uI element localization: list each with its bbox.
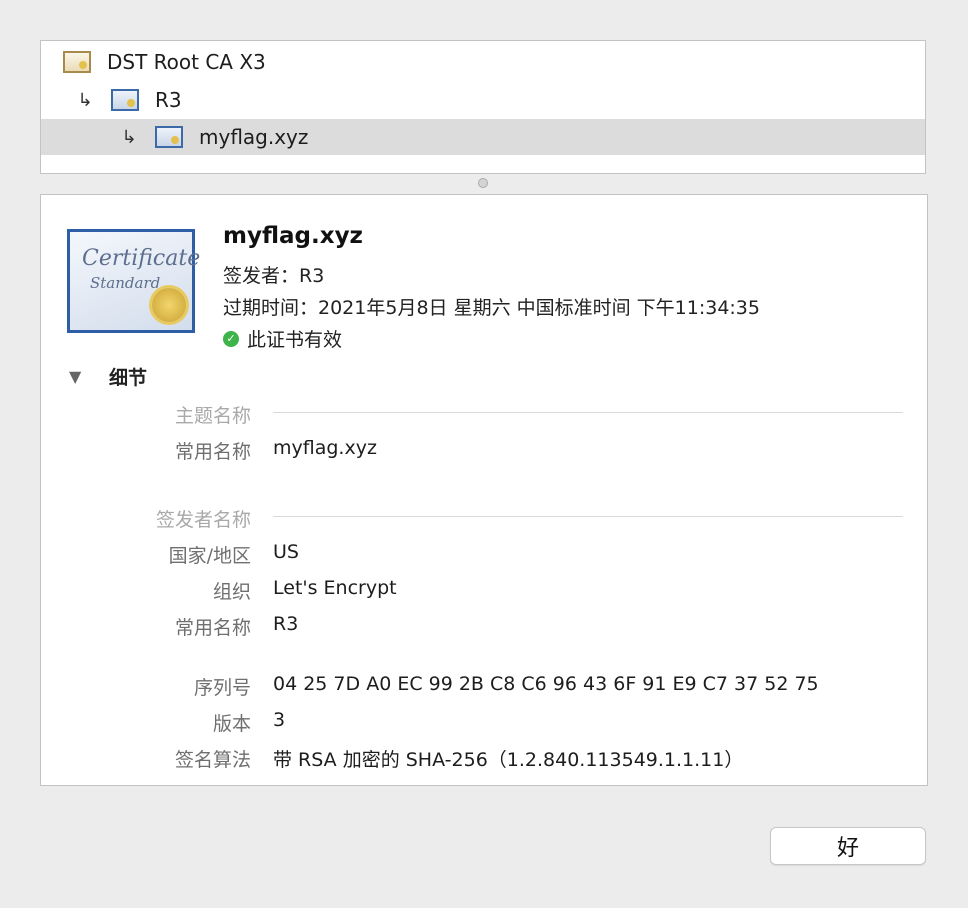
split-view-handle[interactable] (478, 178, 488, 188)
certificate-icon (155, 126, 183, 148)
chain-item-root[interactable]: DST Root CA X3 (41, 44, 925, 80)
chain-item-intermediate[interactable]: ↳ R3 (41, 82, 925, 118)
country-value: US (273, 541, 299, 563)
expiry-line: 过期时间：2021年5月8日 星期六 中国标准时间 下午11:34:35 (223, 297, 760, 319)
disclosure-triangle-icon[interactable]: ▼ (69, 367, 89, 386)
divider (273, 516, 903, 517)
details-label: 细节 (109, 367, 148, 389)
seal-icon (152, 288, 186, 322)
validity-label: 此证书有效 (247, 329, 343, 351)
intermediate-certificate-icon (111, 89, 139, 111)
certificate-large-icon: Certificate Standard (67, 229, 200, 333)
ok-button[interactable]: 好 (770, 827, 926, 865)
version-label: 版本 (212, 713, 251, 735)
signature-algorithm-label: 签名算法 (174, 749, 251, 771)
check-circle-icon: ✓ (223, 330, 239, 347)
parameters-value: 无 (273, 781, 292, 785)
chain-item-label: DST Root CA X3 (107, 50, 266, 74)
subject-name-section: 主题名称 (174, 405, 251, 427)
issuer-common-name-value: R3 (273, 613, 299, 635)
signature-algorithm-value: 带 RSA 加密的 SHA-256（1.2.840.113549.1.1.11） (273, 749, 744, 771)
details-disclosure[interactable]: ▼ 细节 (69, 363, 147, 390)
issuer-name-section: 签发者名称 (155, 509, 251, 531)
version-value: 3 (273, 709, 286, 731)
chain-item-label: myflag.xyz (199, 125, 309, 149)
root-certificate-icon (63, 51, 91, 73)
divider (273, 412, 903, 413)
issuer-line: 签发者：R3 (223, 265, 325, 287)
chain-item-label: R3 (155, 88, 182, 112)
parameters-label: 参数 (213, 781, 251, 785)
serial-number-label: 序列号 (193, 677, 251, 699)
child-arrow-icon: ↳ (121, 126, 137, 148)
subject-common-name-label: 常用名称 (174, 441, 251, 463)
issuer-common-name-label: 常用名称 (174, 617, 251, 639)
organization-value: Let's Encrypt (273, 577, 397, 599)
subject-common-name-value: myflag.xyz (273, 437, 377, 459)
organization-label: 组织 (212, 581, 251, 603)
certificate-chain-list: DST Root CA X3 ↳ R3 ↳ myflag.xyz (40, 40, 926, 174)
country-label: 国家/地区 (168, 545, 251, 567)
child-arrow-icon: ↳ (77, 89, 93, 111)
validity-status: ✓ 此证书有效 (223, 325, 342, 352)
chain-item-leaf[interactable]: ↳ myflag.xyz (41, 119, 925, 155)
certificate-detail-panel[interactable]: Certificate Standard myflag.xyz 签发者：R3 过… (40, 194, 928, 786)
certificate-title: myflag.xyz (223, 223, 363, 249)
serial-number-value: 04 25 7D A0 EC 99 2B C8 C6 96 43 6F 91 E… (273, 673, 819, 695)
